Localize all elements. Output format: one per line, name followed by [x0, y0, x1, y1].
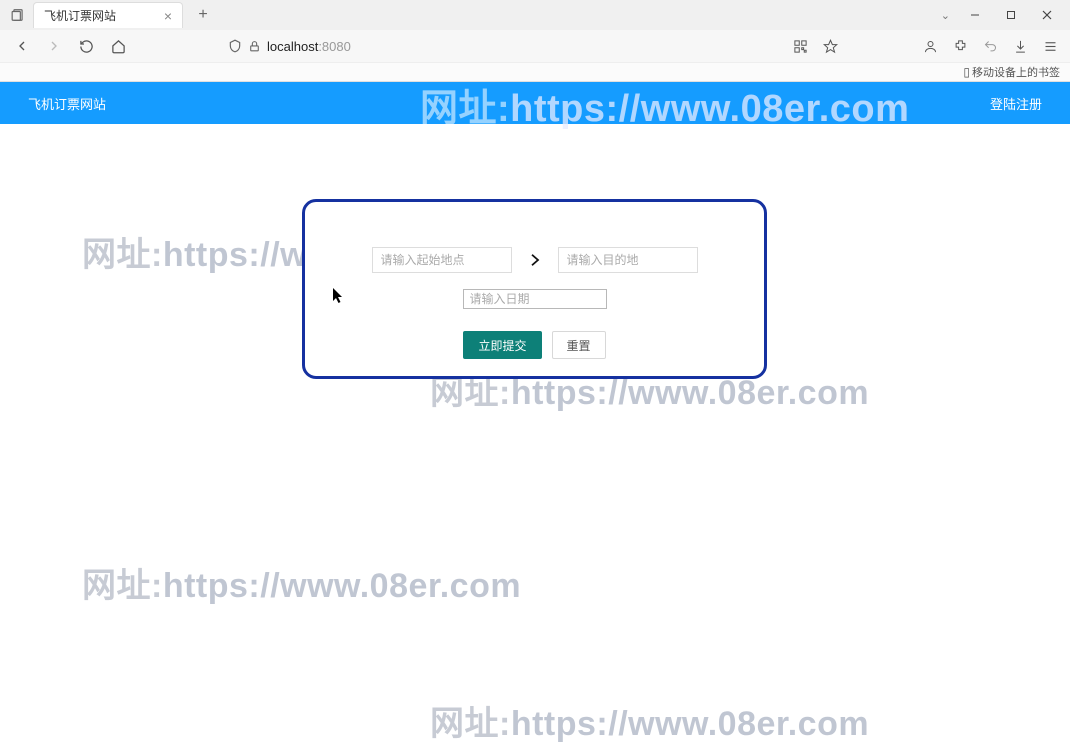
url-text: localhost:8080: [267, 39, 351, 54]
account-icon[interactable]: [920, 36, 940, 56]
search-card: 立即提交 重置: [302, 199, 767, 379]
submit-button[interactable]: 立即提交: [463, 331, 541, 359]
mobile-bookmark-link[interactable]: 移动设备上的书签: [972, 64, 1060, 80]
browser-tab[interactable]: 飞机订票网站 ×: [33, 2, 183, 28]
watermark: 网址:https://www.08er.com: [82, 558, 521, 607]
extensions-icon[interactable]: [950, 36, 970, 56]
site-title: 飞机订票网站: [28, 94, 106, 113]
tab-bar: 飞机订票网站 × + ⌄: [0, 0, 1070, 30]
reset-button[interactable]: 重置: [552, 331, 606, 359]
arrow-right-icon: [526, 251, 544, 269]
button-row: 立即提交 重置: [305, 331, 764, 359]
minimize-button[interactable]: [958, 1, 992, 29]
close-window-button[interactable]: [1030, 1, 1064, 29]
tab-group-icon[interactable]: [6, 3, 30, 27]
home-button[interactable]: [106, 34, 130, 58]
close-tab-icon[interactable]: ×: [164, 8, 172, 24]
maximize-button[interactable]: [994, 1, 1028, 29]
toolbar-right: [790, 36, 1060, 56]
tab-title: 飞机订票网站: [44, 7, 154, 24]
star-icon[interactable]: [820, 36, 840, 56]
shield-icon: [228, 39, 242, 53]
watermark: 网址:https://www.08er.com: [430, 696, 869, 745]
url-zone[interactable]: localhost:8080: [138, 39, 782, 54]
browser-chrome: 飞机订票网站 × + ⌄: [0, 0, 1070, 82]
back-button[interactable]: [10, 34, 34, 58]
login-register-link[interactable]: 登陆注册: [990, 94, 1042, 113]
chevron-down-icon[interactable]: ⌄: [941, 9, 950, 22]
undo-icon[interactable]: [980, 36, 1000, 56]
bookmark-bar: ▯ 移动设备上的书签: [0, 62, 1070, 81]
download-icon[interactable]: [1010, 36, 1030, 56]
page-content: 飞机订票网站 登陆注册 网址:https://www.08er.com 网址:h…: [0, 82, 1070, 721]
forward-button[interactable]: [42, 34, 66, 58]
add-tab-button[interactable]: +: [193, 6, 213, 24]
top-banner: 飞机订票网站 登陆注册: [0, 82, 1070, 124]
route-row: [305, 247, 764, 273]
address-bar: localhost:8080: [0, 30, 1070, 62]
origin-input[interactable]: [372, 247, 512, 273]
qr-icon[interactable]: [790, 36, 810, 56]
date-input[interactable]: [463, 289, 607, 309]
lock-icon: [248, 40, 261, 53]
menu-icon[interactable]: [1040, 36, 1060, 56]
destination-input[interactable]: [558, 247, 698, 273]
window-controls: ⌄: [941, 1, 1064, 29]
date-row: [305, 289, 764, 309]
mobile-icon: ▯: [963, 65, 970, 79]
reload-button[interactable]: [74, 34, 98, 58]
